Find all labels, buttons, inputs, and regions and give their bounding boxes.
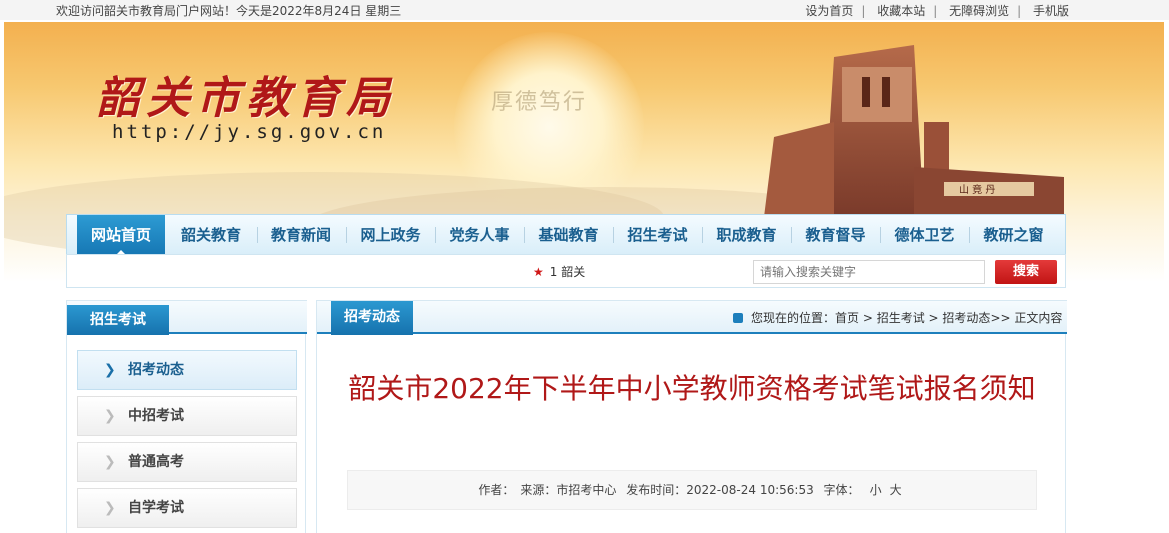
article-time: 发布时间：2022-08-24 10:56:53 <box>626 483 814 497</box>
font-small-button[interactable]: 小 <box>870 483 882 497</box>
banner-motto: 厚德笃行 <box>491 90 588 115</box>
site-url: http://jy.sg.gov.cn <box>112 121 387 143</box>
sidebar: 招生考试 ❯ 招考动态 ❯ 中招考试 ❯ 普通高考 ❯ 自学考试 <box>66 300 307 533</box>
accessibility-link[interactable]: 无障碍浏览 <box>949 4 1009 18</box>
breadcrumb: 您现在的位置：首页 > 招生考试 > 招考动态>> 正文内容 <box>733 309 1062 326</box>
article-source: 来源：市招考中心 <box>520 483 617 497</box>
article-title: 韶关市2022年下半年中小学教师资格考试笔试报名须知 <box>348 372 1036 405</box>
nav-item-online-affairs[interactable]: 网上政务 <box>346 215 435 255</box>
main-content: 招考动态 您现在的位置：首页 > 招生考试 > 招考动态>> 正文内容 韶关市2… <box>316 300 1067 533</box>
nav-item-basic-education[interactable]: 基础教育 <box>524 215 613 255</box>
chevron-right-icon: ❯ <box>104 362 116 378</box>
breadcrumb-admissions-news[interactable]: 招考动态 <box>942 311 990 325</box>
sidebar-item-high-school-entrance[interactable]: ❯ 中招考试 <box>77 396 297 436</box>
sidebar-item-self-study-exam[interactable]: ❯ 自学考试 <box>77 488 297 528</box>
sidebar-item-admissions-news[interactable]: ❯ 招考动态 <box>77 350 297 390</box>
breadcrumb-home[interactable]: 首页 <box>835 311 859 325</box>
svg-text:山 竟 丹: 山 竟 丹 <box>959 184 995 196</box>
star-icon: ★ <box>533 265 544 279</box>
nav-item-teaching-research[interactable]: 教研之窗 <box>969 215 1058 255</box>
breadcrumb-current: 正文内容 <box>1014 311 1063 325</box>
content-tab: 招考动态 <box>331 301 413 335</box>
top-bar: 欢迎访问韶关市教育局门户网站！今天是2022年8月24日 星期三 设为首页 | 收… <box>0 0 1169 20</box>
search-button[interactable]: 搜索 <box>995 260 1057 284</box>
chevron-right-icon: ❯ <box>104 408 116 424</box>
nav-item-home[interactable]: 网站首页 <box>77 215 165 256</box>
nav-item-education-supervision[interactable]: 教育督导 <box>791 215 880 255</box>
font-size-label: 字体： <box>823 483 860 497</box>
bookmark-link[interactable]: 收藏本站 <box>877 4 925 18</box>
nav-item-admissions-exams[interactable]: 招生考试 <box>613 215 702 255</box>
hot-keyword[interactable]: ★ 1 韶关 <box>533 263 585 280</box>
sidebar-title: 招生考试 <box>67 305 169 335</box>
building-illustration: 山 竟 丹 <box>764 45 1064 217</box>
top-links: 设为首页 | 收藏本站 | 无障碍浏览 | 手机版 <box>805 4 1069 18</box>
nav-item-vocational-education[interactable]: 职成教育 <box>702 215 791 255</box>
chevron-right-icon: ❯ <box>104 500 116 516</box>
mobile-version-link[interactable]: 手机版 <box>1033 4 1069 18</box>
article-author: 作者： <box>478 483 515 497</box>
sidebar-item-gaokao[interactable]: ❯ 普通高考 <box>77 442 297 482</box>
font-large-button[interactable]: 大 <box>890 483 902 497</box>
nav-item-shaoguan-education[interactable]: 韶关教育 <box>167 215 255 255</box>
chevron-right-icon: ❯ <box>104 454 116 470</box>
search-input[interactable] <box>753 260 985 284</box>
location-icon <box>733 313 743 323</box>
search-row: ★1 韶关 搜索 <box>66 254 1066 288</box>
nav-item-party-personnel[interactable]: 党务人事 <box>435 215 524 255</box>
breadcrumb-admissions[interactable]: 招生考试 <box>877 311 925 325</box>
welcome-text: 欢迎访问韶关市教育局门户网站！今天是2022年8月24日 星期三 <box>56 4 402 18</box>
nav-item-moral-pe-health-art[interactable]: 德体卫艺 <box>880 215 969 255</box>
main-nav: 网站首页 韶关教育 教育新闻 网上政务 党务人事 基础教育 招生考试 职成教育 … <box>66 214 1066 256</box>
article-meta: 作者： 来源：市招考中心 发布时间：2022-08-24 10:56:53 字体：… <box>347 470 1037 510</box>
site-logo[interactable]: 韶关市教育局 <box>96 62 396 126</box>
set-homepage-link[interactable]: 设为首页 <box>805 4 853 18</box>
nav-item-education-news[interactable]: 教育新闻 <box>257 215 345 255</box>
